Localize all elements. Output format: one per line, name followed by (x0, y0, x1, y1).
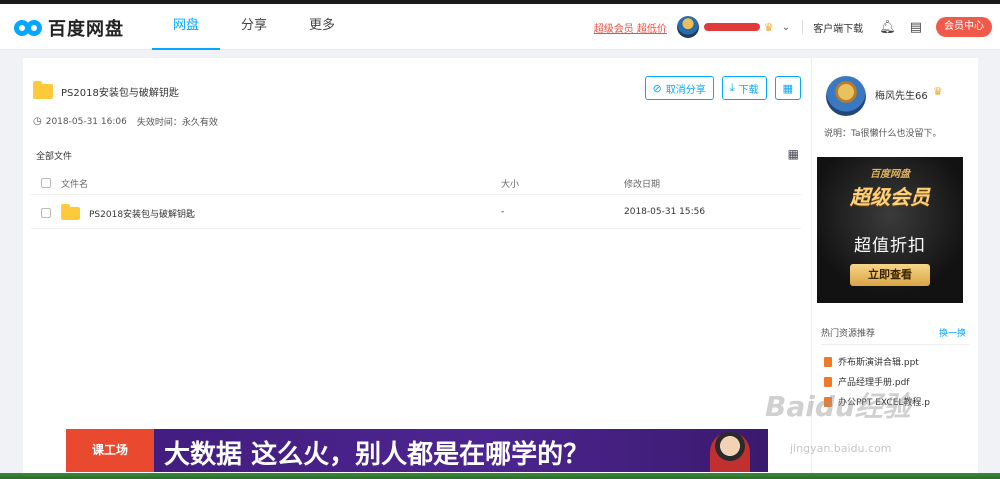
download-button[interactable]: ⤓ 下载 (721, 76, 767, 100)
hot-resources-title: 热门资源推荐 (821, 329, 876, 339)
username-redacted[interactable] (703, 23, 760, 31)
download-label: 下载 (738, 84, 759, 96)
qrcode-icon: ▦ (782, 81, 793, 95)
table-row[interactable]: PS2018安装包与破解钥匙 - 2018-05-31 15:56 (31, 197, 801, 229)
qrcode-button[interactable]: ▦ (774, 76, 801, 100)
select-all-checkbox[interactable] (41, 178, 51, 188)
refresh-link[interactable]: 换一换 (939, 326, 966, 339)
banner-text-bold: 大数据 (164, 440, 243, 470)
vip-crown-icon: ♛ (763, 20, 774, 34)
banner-text: 大数据 这么火，别人都是在哪学的？ (164, 434, 589, 471)
sharer-name[interactable]: 梅风先生66 (875, 87, 928, 102)
nav-item-share[interactable]: 分享 (220, 4, 288, 50)
column-header-date[interactable]: 修改日期 (624, 177, 660, 190)
logo[interactable]: 百度网盘 (14, 15, 124, 41)
banner-text-rest: 这么火，别人都是在哪学的？ (242, 440, 590, 470)
divider (821, 344, 969, 345)
vip-center-button[interactable]: 会员中心 (936, 17, 992, 37)
download-icon: ⤓ (729, 81, 735, 94)
folder-icon (61, 204, 80, 220)
user-avatar[interactable] (676, 16, 699, 38)
share-header: PS2018安装包与破解钥匙 (33, 81, 179, 99)
ppt-file-icon (824, 356, 832, 367)
bottom-ad-banner[interactable]: 课工场 大数据 这么火，别人都是在哪学的？ (66, 429, 768, 472)
banner-person-image (710, 432, 750, 472)
sharer-description: 说明：Ta很懒什么也没留下。 (824, 129, 942, 139)
client-download-link[interactable]: 客户端下载 (813, 20, 863, 35)
chevron-down-icon[interactable]: ⌄ (782, 22, 790, 33)
clipboard-icon[interactable]: ▤ (910, 20, 922, 35)
share-panel: PS2018安装包与破解钥匙 ⊘ 取消分享 ⤓ 下载 ▦ ◷ 2018-05-3… (23, 58, 811, 473)
vip-ad-banner[interactable]: 百度网盘 超级会员 超值折扣 立即查看 (817, 157, 963, 303)
cancel-share-label: 取消分享 (665, 84, 706, 96)
os-taskbar (0, 473, 1000, 479)
file-table-header: 文件名 大小 修改日期 (31, 171, 801, 195)
sharer-avatar[interactable] (826, 76, 866, 116)
logo-text: 百度网盘 (48, 19, 124, 40)
ad-logo: 百度网盘 (870, 169, 910, 180)
cancel-share-button[interactable]: ⊘ 取消分享 (644, 76, 714, 100)
column-header-size[interactable]: 大小 (501, 177, 519, 190)
file-size: - (501, 207, 505, 217)
clock-icon: ◷ (33, 116, 42, 127)
divider (802, 20, 804, 34)
ban-icon: ⊘ (652, 81, 662, 95)
main-nav: 网盘 分享 更多 (152, 4, 356, 50)
share-title: PS2018安装包与破解钥匙 (61, 88, 179, 99)
share-actions: ⊘ 取消分享 ⤓ 下载 ▦ (637, 76, 801, 100)
header-right: 超级会员 超低价 ♛ ⌄ 客户端下载 🔔︎ ▤ 会员中心 (594, 4, 1000, 50)
ad-view-button[interactable]: 立即查看 (850, 264, 930, 286)
folder-icon (33, 81, 53, 99)
file-date: 2018-05-31 15:56 (624, 207, 706, 217)
row-checkbox[interactable] (41, 208, 51, 218)
banner-logo: 课工场 (66, 429, 154, 472)
ad-subtitle: 超值折扣 (854, 236, 926, 256)
grid-view-icon[interactable]: ▦ (788, 147, 799, 161)
cloud-logo-icon (14, 17, 44, 39)
resource-name: 乔布斯演讲合辑.ppt (838, 358, 919, 368)
watermark: Baidu经验 (765, 390, 911, 423)
nav-item-netdisk[interactable]: 网盘 (152, 4, 220, 50)
share-meta: ◷ 2018-05-31 16:06 失效时间：永久有效 (33, 115, 218, 128)
nav-item-more[interactable]: 更多 (288, 4, 356, 50)
column-header-name[interactable]: 文件名 (61, 177, 88, 190)
breadcrumb[interactable]: 全部文件 (36, 149, 72, 162)
vip-promo-link[interactable]: 超级会员 超低价 (594, 20, 667, 35)
share-created-time: 2018-05-31 16:06 (45, 116, 127, 127)
header: 百度网盘 网盘 分享 更多 超级会员 超低价 ♛ ⌄ 客户端下载 🔔︎ ▤ 会员… (0, 4, 1000, 50)
file-name[interactable]: PS2018安装包与破解钥匙 (89, 207, 195, 220)
ad-title: 超级会员 (850, 185, 930, 209)
list-item[interactable]: 乔布斯演讲合辑.ppt (824, 355, 919, 368)
bell-icon[interactable]: 🔔︎ (879, 20, 896, 35)
watermark-url: jingyan.baidu.com (790, 442, 892, 455)
vip-crown-icon: ♛ (933, 85, 943, 98)
share-expiry: 失效时间：永久有效 (136, 118, 218, 128)
